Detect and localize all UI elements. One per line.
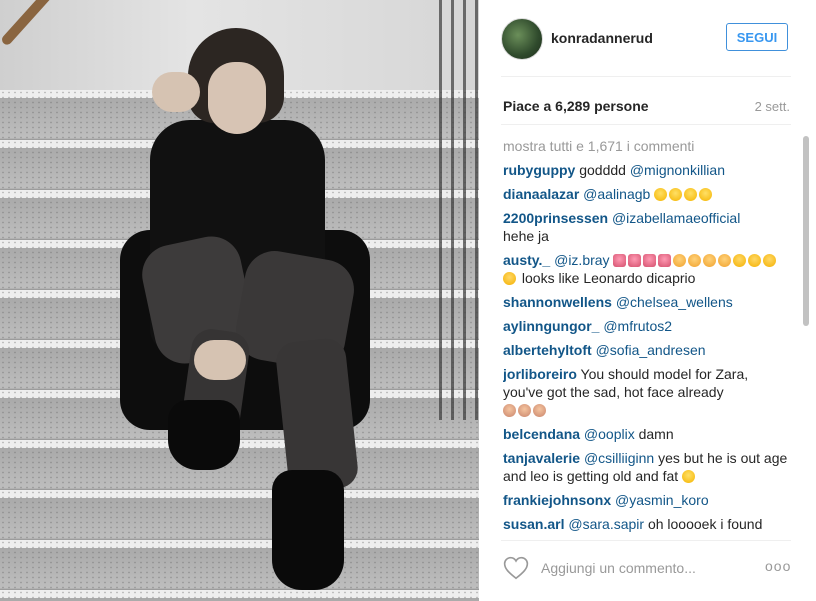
comment-mention-link[interactable]: @yasmin_koro xyxy=(615,492,709,508)
cat-emoji-icon xyxy=(688,254,702,267)
comment-text: godddd xyxy=(579,162,626,178)
tongue-emoji-icon xyxy=(658,254,672,267)
more-options-icon[interactable]: ooo xyxy=(765,558,793,574)
post-header: konradannerud SEGUI xyxy=(479,0,816,76)
comment-mention-link[interactable]: @izabellamaeofficial xyxy=(612,210,740,226)
girl-emoji-icon xyxy=(533,404,546,417)
divider xyxy=(501,76,791,77)
instagram-post-view: konradannerud SEGUI Piace a 6,289 person… xyxy=(0,0,816,601)
heart-emoji-icon xyxy=(763,254,777,267)
comment-username[interactable]: rubyguppy xyxy=(503,162,575,178)
comment-mention-link[interactable]: @iz.bray xyxy=(554,252,609,268)
comment-text: oh looooek i found xyxy=(647,516,763,532)
person-hand xyxy=(194,340,246,380)
comment-username[interactable]: frankiejohnsonx xyxy=(503,492,611,508)
comment-item: austy._ @iz.bray looks like Leonardo dic… xyxy=(503,251,789,287)
laugh-emoji-icon xyxy=(669,188,683,201)
tongue-emoji-icon xyxy=(613,254,627,267)
comment-item: frankiejohnsonx @yasmin_koro xyxy=(503,491,789,509)
person-hand-raised xyxy=(152,72,200,112)
comment-item: dianaalazar @aalinagb xyxy=(503,185,789,203)
comment-username[interactable]: austy._ xyxy=(503,252,550,268)
photo-railing xyxy=(439,0,479,420)
cat-emoji-icon xyxy=(718,254,732,267)
heart-icon[interactable] xyxy=(503,556,529,580)
comment-mention-link[interactable]: @sara.sapir xyxy=(568,516,644,532)
tongue-emoji-icon xyxy=(643,254,657,267)
divider xyxy=(501,124,791,125)
cat-emoji-icon xyxy=(673,254,687,267)
comment-item: aylinngungor_ @mfrutos2 xyxy=(503,317,789,335)
heart-emoji-icon xyxy=(748,254,762,267)
comment-mention-link[interactable]: @aalinagb xyxy=(583,186,650,202)
comment-item: susan.arl @sara.sapir oh looooek i found xyxy=(503,515,789,533)
tongue-emoji-icon xyxy=(628,254,642,267)
comment-item: rubyguppy godddd @mignonkillian xyxy=(503,161,789,179)
post-photo[interactable] xyxy=(0,0,479,601)
comment-text: damn xyxy=(638,426,674,442)
comment-input[interactable] xyxy=(541,558,721,578)
comment-mention-link[interactable]: @ooplix xyxy=(584,426,635,442)
comment-username[interactable]: belcendana xyxy=(503,426,580,442)
comment-username[interactable]: susan.arl xyxy=(503,516,564,532)
load-all-comments-link[interactable]: mostra tutti e 1,671 i commenti xyxy=(503,137,789,155)
username-link[interactable]: konradannerud xyxy=(551,30,653,46)
comment-username[interactable]: 2200prinsessen xyxy=(503,210,608,226)
comments-scrollbar[interactable] xyxy=(803,136,809,326)
laugh-emoji-icon xyxy=(654,188,668,201)
comment-text: looks like Leonardo dicaprio xyxy=(521,270,696,286)
girl-emoji-icon xyxy=(518,404,531,417)
comment-item: belcendana @ooplix damn xyxy=(503,425,789,443)
avatar[interactable] xyxy=(501,18,543,60)
comment-mention-link[interactable]: @csilliiginn xyxy=(584,450,654,466)
post-sidebar: konradannerud SEGUI Piace a 6,289 person… xyxy=(479,0,816,601)
person-face xyxy=(208,62,266,134)
post-time[interactable]: 2 sett. xyxy=(755,99,790,114)
laugh-emoji-icon xyxy=(684,188,698,201)
comment-username[interactable]: tanjavalerie xyxy=(503,450,580,466)
laugh-emoji-icon xyxy=(682,470,696,483)
comment-username[interactable]: dianaalazar xyxy=(503,186,579,202)
heart-emoji-icon xyxy=(733,254,747,267)
girl-emoji-icon xyxy=(503,404,516,417)
follow-button[interactable]: SEGUI xyxy=(726,23,788,51)
heart-emoji-icon xyxy=(503,272,516,285)
comment-item: tanjavalerie @csilliiginn yes but he is … xyxy=(503,449,789,485)
person-boot-left xyxy=(168,400,240,470)
comment-username[interactable]: albertehyltoft xyxy=(503,342,592,358)
comment-mention-link[interactable]: @sofia_andresen xyxy=(596,342,706,358)
comment-mention-link[interactable]: @chelsea_wellens xyxy=(616,294,733,310)
laugh-emoji-icon xyxy=(699,188,713,201)
divider xyxy=(501,540,791,541)
comment-mention-link[interactable]: @mignonkillian xyxy=(630,162,725,178)
comment-text: hehe ja xyxy=(503,228,549,244)
comment-item: jorliboreiro You should model for Zara, … xyxy=(503,365,789,419)
comment-item: shannonwellens @chelsea_wellens xyxy=(503,293,789,311)
comment-mention-link[interactable]: @mfrutos2 xyxy=(603,318,672,334)
comment-item: albertehyltoft @sofia_andresen xyxy=(503,341,789,359)
likes-count[interactable]: Piace a 6,289 persone xyxy=(503,98,649,114)
comment-username[interactable]: shannonwellens xyxy=(503,294,612,310)
person-boot-right xyxy=(272,470,344,590)
comment-username[interactable]: jorliboreiro xyxy=(503,366,577,382)
comment-username[interactable]: aylinngungor_ xyxy=(503,318,599,334)
comment-item: 2200prinsessen @izabellamaeofficial hehe… xyxy=(503,209,789,245)
cat-emoji-icon xyxy=(703,254,717,267)
comments-list: mostra tutti e 1,671 i commenti rubygupp… xyxy=(503,135,789,539)
